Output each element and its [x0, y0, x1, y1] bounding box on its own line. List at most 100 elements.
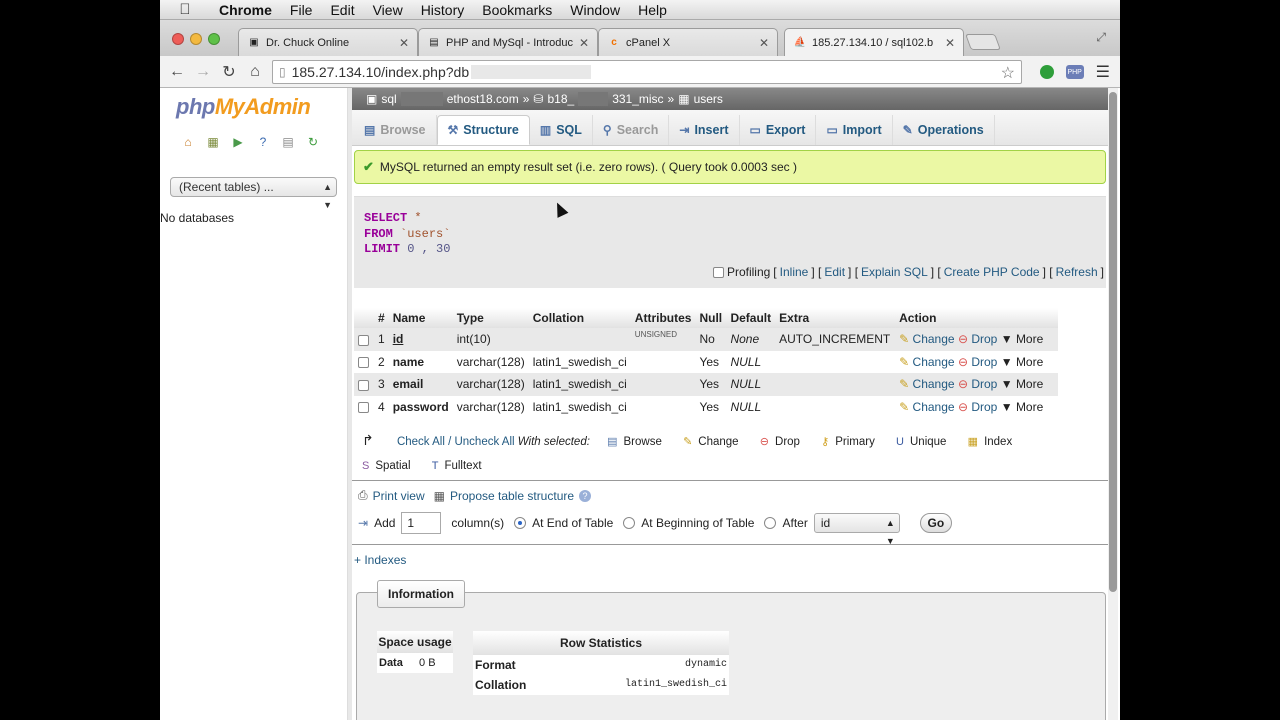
column-header-null[interactable]: Null — [695, 308, 727, 328]
recent-tables-select[interactable]: (Recent tables) ... ▲ ▼ — [170, 177, 337, 210]
at-end-radio[interactable] — [514, 517, 527, 529]
vertical-scrollbar[interactable] — [1108, 88, 1118, 720]
change-action[interactable]: Change — [913, 377, 955, 391]
menu-window[interactable]: Window — [561, 2, 629, 18]
bulk-browse-button[interactable]: ▤ Browse — [607, 430, 662, 454]
change-action[interactable]: Change — [913, 332, 955, 346]
close-tab-icon[interactable]: ✕ — [579, 36, 589, 50]
address-bar[interactable]: ▯ 185.27.134.10/index.php?db ☆ — [272, 60, 1022, 84]
tab-browse[interactable]: ▤ Browse — [354, 115, 437, 145]
bulk-index-button[interactable]: ▦ Index — [968, 430, 1013, 454]
more-action[interactable]: More — [1016, 377, 1043, 391]
row-checkbox[interactable] — [358, 402, 369, 414]
tab-operations[interactable]: ✎ Operations — [893, 115, 995, 145]
edit-link[interactable]: Edit — [824, 265, 845, 279]
zoom-window-button[interactable] — [208, 33, 220, 45]
menu-edit[interactable]: Edit — [321, 2, 363, 18]
forward-icon[interactable]: → — [190, 63, 216, 81]
menu-help[interactable]: Help — [629, 2, 676, 18]
drop-action[interactable]: Drop — [971, 355, 997, 369]
breadcrumb-database[interactable]: b18_ — [547, 92, 574, 106]
new-tab-button[interactable] — [965, 34, 1001, 50]
bulk-fulltext-button[interactable]: T Fulltext — [432, 454, 482, 478]
breadcrumb-table[interactable]: users — [694, 92, 723, 106]
tab-import[interactable]: ▭ Import — [816, 115, 893, 145]
back-icon[interactable]: ← — [164, 63, 190, 81]
drop-action[interactable]: Drop — [971, 332, 997, 346]
tab-search[interactable]: ⚲ Search — [593, 115, 670, 145]
more-action[interactable]: More — [1016, 400, 1043, 414]
tab-insert[interactable]: ⇥ Insert — [669, 115, 740, 145]
column-header-num[interactable]: # — [374, 308, 389, 328]
menu-file[interactable]: File — [281, 2, 322, 18]
after-field-select[interactable]: id ▲ ▼ — [813, 513, 900, 546]
browser-tab-1[interactable]: ▣ Dr. Chuck Online ✕ — [238, 28, 418, 56]
bulk-primary-button[interactable]: ⚷ Primary — [821, 430, 875, 454]
at-beginning-radio[interactable] — [623, 517, 636, 529]
propose-table-structure-link[interactable]: Propose table structure — [450, 489, 574, 503]
breadcrumb-database-suffix[interactable]: 331_misc — [612, 92, 663, 106]
home-icon[interactable]: ⌂ — [180, 134, 196, 150]
profiling-checkbox[interactable] — [712, 266, 724, 278]
column-header-name[interactable]: Name — [388, 308, 453, 328]
row-checkbox[interactable] — [358, 357, 369, 369]
phpmyadmin-logo[interactable]: phpMyAdmin — [176, 94, 311, 120]
close-window-button[interactable] — [172, 33, 184, 45]
column-header-default[interactable]: Default — [726, 308, 776, 328]
bookmark-star-icon[interactable]: ☆ — [1001, 63, 1015, 83]
browser-tab-3[interactable]: c cPanel X ✕ — [598, 28, 778, 56]
minimize-window-button[interactable] — [190, 33, 202, 45]
uncheck-all-link[interactable]: Uncheck All — [454, 436, 514, 448]
menu-bookmarks[interactable]: Bookmarks — [473, 2, 561, 18]
extension-php-icon[interactable]: PHP — [1065, 65, 1084, 79]
go-button[interactable]: Go — [919, 513, 952, 533]
home-icon[interactable]: ⌂ — [242, 63, 268, 81]
row-checkbox[interactable] — [358, 334, 369, 346]
drop-action[interactable]: Drop — [971, 400, 997, 414]
bulk-change-button[interactable]: ✎ Change — [683, 430, 739, 454]
chrome-menu-icon[interactable]: ☰ — [1096, 62, 1110, 82]
column-header-extra[interactable]: Extra — [775, 308, 896, 328]
print-view-link[interactable]: Print view — [373, 489, 425, 503]
more-action[interactable]: More — [1016, 355, 1043, 369]
refresh-link[interactable]: Refresh — [1056, 265, 1098, 279]
breadcrumb-server[interactable]: sql — [381, 92, 396, 106]
scrollbar-thumb[interactable] — [1109, 92, 1117, 592]
query-window-icon[interactable]: ▶ — [230, 134, 246, 150]
explain-sql-link[interactable]: Explain SQL — [861, 265, 928, 279]
docs-icon[interactable]: ▤ — [280, 134, 296, 150]
browser-tab-4[interactable]: ⛵ 185.27.134.10 / sql102.b ✕ — [784, 28, 964, 56]
breadcrumb-server-suffix[interactable]: ethost18.com — [447, 92, 519, 106]
column-header-type[interactable]: Type — [452, 308, 529, 328]
menu-view[interactable]: View — [364, 2, 412, 18]
help-icon[interactable]: ? — [255, 134, 271, 150]
change-action[interactable]: Change — [913, 400, 955, 414]
create-php-code-link[interactable]: Create PHP Code — [944, 265, 1040, 279]
fullscreen-icon[interactable]: ⤢ — [1096, 30, 1106, 45]
column-header-attributes[interactable]: Attributes — [630, 308, 696, 328]
tab-export[interactable]: ▭ Export — [740, 115, 817, 145]
menu-chrome[interactable]: Chrome — [210, 2, 281, 18]
indexes-toggle[interactable]: + Indexes — [354, 553, 406, 567]
after-radio[interactable] — [764, 517, 777, 529]
inline-link[interactable]: Inline — [780, 265, 809, 279]
help-icon[interactable]: ? — [579, 489, 592, 502]
apple-icon[interactable]:  — [160, 1, 210, 18]
close-tab-icon[interactable]: ✕ — [399, 36, 409, 50]
close-tab-icon[interactable]: ✕ — [759, 36, 769, 50]
column-header-collation[interactable]: Collation — [528, 308, 631, 328]
logout-icon[interactable]: ▦ — [205, 134, 221, 150]
drop-action[interactable]: Drop — [971, 377, 997, 391]
more-action[interactable]: More — [1016, 332, 1043, 346]
tab-structure[interactable]: ⚒ Structure — [436, 115, 530, 145]
check-all-link[interactable]: Check All — [397, 436, 445, 448]
reload-nav-icon[interactable]: ↻ — [305, 134, 321, 150]
browser-tab-2[interactable]: ▤ PHP and MySql - Introduct ✕ — [418, 28, 598, 56]
extension-green-icon[interactable] — [1039, 65, 1054, 79]
reload-icon[interactable]: ↻ — [216, 62, 242, 82]
row-checkbox[interactable] — [358, 379, 369, 391]
change-action[interactable]: Change — [913, 355, 955, 369]
bulk-drop-button[interactable]: ⊖ Drop — [760, 430, 800, 454]
bulk-spatial-button[interactable]: S Spatial — [362, 454, 411, 478]
menu-history[interactable]: History — [412, 2, 474, 18]
